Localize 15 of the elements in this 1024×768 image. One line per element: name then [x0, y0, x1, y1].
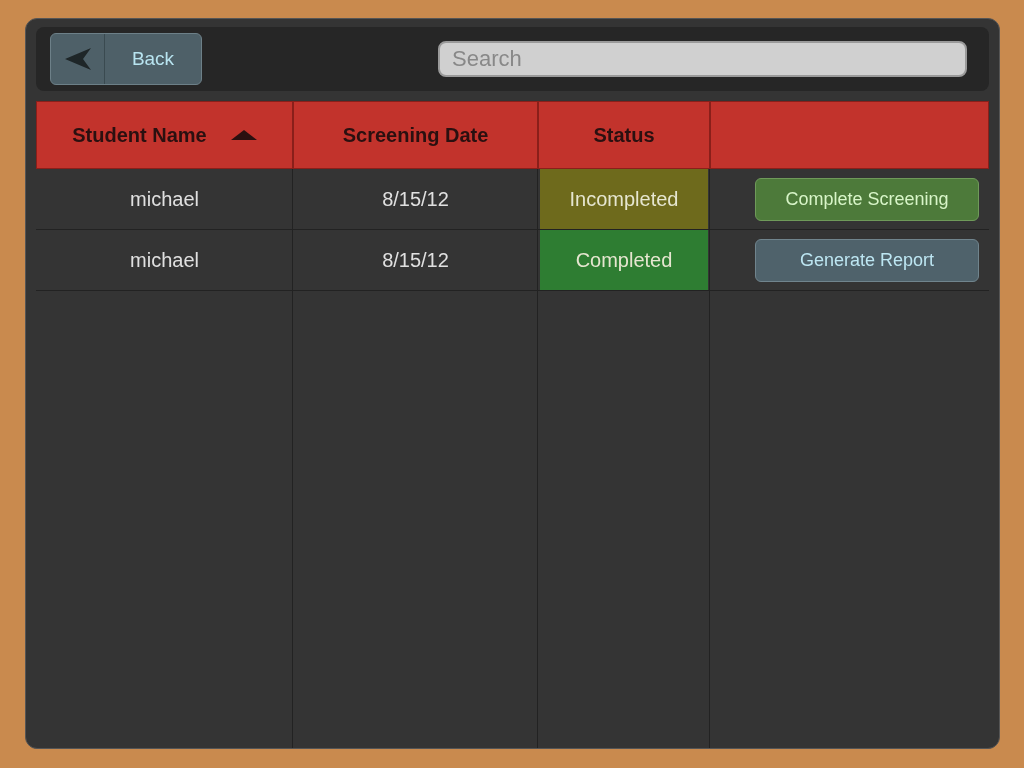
column-header[interactable]: Student Name	[36, 101, 293, 169]
column-header[interactable]: Screening Date	[293, 101, 538, 169]
status-cell: Completed	[540, 230, 708, 290]
back-arrow-icon	[64, 48, 91, 70]
search-field[interactable]: Search	[438, 41, 967, 77]
complete-screening-button[interactable]: Complete Screening	[755, 177, 979, 221]
student-name: michael	[130, 187, 199, 212]
student-name: michael	[130, 248, 199, 273]
screening-date: 8/15/12	[382, 248, 449, 273]
screening-date: 8/15/12	[382, 187, 449, 212]
column-header[interactable]: Status	[538, 101, 710, 169]
generate-report-button[interactable]: Generate Report	[755, 238, 979, 282]
sort-up-icon	[230, 130, 257, 140]
back-button[interactable]: Back	[50, 33, 202, 85]
status-cell: Incompleted	[540, 169, 708, 229]
